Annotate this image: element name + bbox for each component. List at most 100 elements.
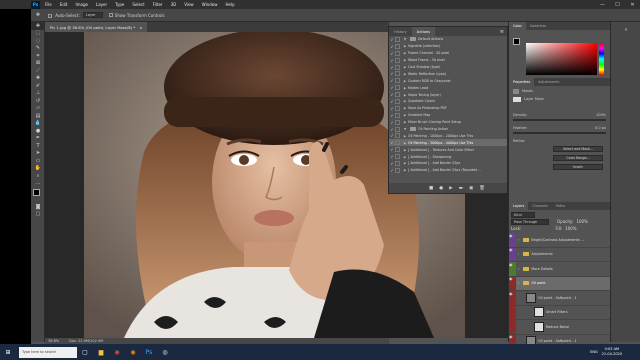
quick-select-tool-icon[interactable]: ✎ — [31, 45, 45, 53]
dialog-toggle-box[interactable] — [395, 50, 400, 56]
layer-row[interactable]: ◉ Oil paint - Softpaint - 1 — [509, 291, 610, 306]
group-expand-icon[interactable]: › — [518, 267, 519, 271]
file-explorer-icon[interactable]: ▆ — [95, 347, 107, 357]
brush-tool-icon[interactable]: ✐ — [31, 82, 45, 90]
smart-filter-thumbnail[interactable] — [534, 307, 544, 318]
dialog-toggle-box[interactable] — [395, 71, 400, 77]
dialog-toggle-box[interactable] — [395, 78, 400, 84]
minimize-button[interactable]: — — [595, 2, 610, 8]
tab-properties[interactable]: Properties — [509, 78, 535, 86]
action-item[interactable]: ✓ ▶ Mixer Brush Cloning Paint Setup — [389, 119, 507, 126]
obs-icon[interactable]: ◎ — [159, 347, 171, 357]
menu-select[interactable]: Select — [132, 2, 144, 7]
rectangle-tool-icon[interactable]: ▭ — [31, 157, 45, 165]
zoom-tool-icon[interactable]: ⌕ — [31, 172, 45, 180]
dialog-toggle-box[interactable] — [395, 119, 400, 125]
tab-actions[interactable]: Actions — [411, 27, 435, 36]
tab-layers[interactable]: Layers — [509, 202, 529, 210]
more-tools-icon[interactable]: … — [31, 180, 45, 188]
action-set[interactable]: ✓ ▼ Oil Painting Action — [389, 126, 507, 133]
feather-value[interactable]: 0.0 px — [595, 126, 606, 130]
group-expand-icon[interactable]: › — [518, 238, 519, 242]
screen-mode-icon[interactable]: ▢ — [31, 211, 45, 219]
auto-select-dropdown[interactable]: Layer — [82, 12, 103, 18]
chrome-icon[interactable]: ◉ — [111, 347, 123, 357]
zoom-level[interactable]: 36.6% — [48, 339, 59, 343]
color-range-button[interactable]: Color Range... — [553, 155, 603, 161]
visibility-eye-icon[interactable]: ◉ — [509, 262, 513, 267]
opacity-value[interactable]: 100% — [576, 219, 587, 224]
action-item[interactable]: ✓ ▶[ Additional ] - Add Border 25px — [389, 160, 507, 167]
visibility-eye-icon[interactable]: ◉ — [509, 335, 513, 340]
hue-slider[interactable] — [599, 43, 604, 75]
dialog-toggle-box[interactable] — [395, 43, 400, 49]
layer-group-row[interactable]: ◉ › More Details — [509, 262, 610, 277]
tab-history[interactable]: History — [389, 27, 412, 36]
visibility-eye-icon[interactable]: ◉ — [509, 277, 513, 282]
lasso-tool-icon[interactable]: ◌ — [31, 37, 45, 45]
color-picker-field[interactable] — [526, 43, 597, 75]
color-fg-swatch[interactable] — [513, 38, 520, 45]
menu-image[interactable]: Image — [75, 2, 88, 7]
action-item[interactable]: ✓ ▶ Oil Painting - 1000px - 2000px Use Thi… — [389, 132, 507, 139]
action-item[interactable]: ✓ ▶ Save As Photoshop PDF — [389, 105, 507, 112]
document-tab[interactable]: Pic 1.jpg @ 36.6% (Oil paint, Layer Mask… — [45, 22, 148, 32]
action-item[interactable]: ✓ ▶ Frame Channel - 50 pixel — [389, 50, 507, 57]
layer-mask-row[interactable]: Layer Mask — [513, 96, 606, 102]
foreground-color-swatch[interactable] — [33, 189, 40, 196]
dialog-toggle-box[interactable] — [395, 64, 400, 70]
expand-triangle-icon[interactable]: ▼ — [402, 127, 408, 131]
action-item[interactable]: ✓ ▶ Sepia Toning (layer) — [389, 91, 507, 98]
maximize-button[interactable]: ☐ — [610, 2, 625, 8]
record-icon[interactable]: ● — [439, 186, 443, 191]
dialog-toggle-box[interactable] — [395, 98, 400, 104]
action-item[interactable]: ✓ ▶ Oil Painting - 3000px - 4000px Use Thi… — [389, 139, 507, 147]
layer-row[interactable]: Smart Filters — [509, 305, 610, 320]
group-expand-icon[interactable]: › — [518, 281, 519, 285]
action-item[interactable]: ✓ ▶ Vignette (selection) — [389, 43, 507, 50]
density-value[interactable]: 100% — [596, 113, 606, 117]
layer-group-row[interactable]: ◉ › Oil paint — [509, 276, 610, 291]
menu-help[interactable]: Help — [225, 2, 234, 7]
expand-triangle-icon[interactable]: ▼ — [402, 37, 408, 41]
density-slider[interactable] — [513, 119, 606, 121]
tab-adjustments[interactable]: Adjustments — [534, 78, 563, 86]
menu-filter[interactable]: Filter — [153, 2, 163, 7]
type-tool-icon[interactable]: T — [31, 142, 45, 150]
dialog-toggle-box[interactable] — [395, 92, 400, 98]
photoshop-taskbar-icon[interactable]: Ps — [143, 347, 155, 357]
action-item[interactable]: ✓ ▶ Wood Frame - 50 pixel — [389, 57, 507, 64]
new-action-icon[interactable]: ▣ — [469, 186, 473, 191]
menu-window[interactable]: Window — [202, 2, 218, 7]
menu-type[interactable]: Type — [115, 2, 124, 7]
dialog-toggle-box[interactable] — [395, 167, 400, 173]
tab-color[interactable]: Color — [509, 22, 526, 30]
action-item[interactable]: ✓ ▶ Cast Shadow (type) — [389, 64, 507, 71]
action-item[interactable]: ✓ ▶ Gradient Map — [389, 112, 507, 119]
dialog-toggle-box[interactable] — [395, 140, 400, 146]
quick-mask-icon[interactable]: ◙ — [31, 203, 45, 211]
group-expand-icon[interactable]: › — [518, 252, 519, 256]
visibility-eye-icon[interactable]: ◉ — [509, 248, 513, 253]
menu-layer[interactable]: Layer — [96, 2, 107, 7]
taskbar-clock[interactable]: 0:03 AM 21-04-2020 — [602, 347, 622, 357]
action-item[interactable]: ✓ ▶ Custom RGB to Grayscale — [389, 77, 507, 84]
close-window-button[interactable]: ✕ — [625, 2, 640, 8]
clone-stamp-icon[interactable]: ⊥ — [31, 90, 45, 98]
dialog-toggle-box[interactable] — [395, 160, 400, 166]
invert-button[interactable]: Invert — [553, 164, 603, 170]
frame-tool-icon[interactable]: ⊠ — [31, 60, 45, 68]
layer-thumbnail[interactable] — [526, 292, 536, 303]
pen-tool-icon[interactable]: ✒ — [31, 135, 45, 143]
dodge-tool-icon[interactable]: ● — [31, 127, 45, 135]
layer-row[interactable]: Reduce Noise — [509, 320, 610, 335]
marquee-tool-icon[interactable]: ⬚ — [31, 30, 45, 38]
task-view-icon[interactable]: ▢ — [79, 347, 91, 357]
play-icon[interactable]: ▶ — [449, 186, 452, 191]
action-item[interactable]: ✓ ▶ Quadrant Colors — [389, 98, 507, 105]
dialog-toggle-box[interactable] — [395, 133, 400, 139]
stop-recording-icon[interactable]: ■ — [429, 186, 433, 191]
smart-filter-thumbnail[interactable] — [534, 321, 544, 332]
auto-select-checkbox[interactable] — [48, 13, 52, 18]
dialog-toggle-box[interactable] — [395, 154, 400, 160]
